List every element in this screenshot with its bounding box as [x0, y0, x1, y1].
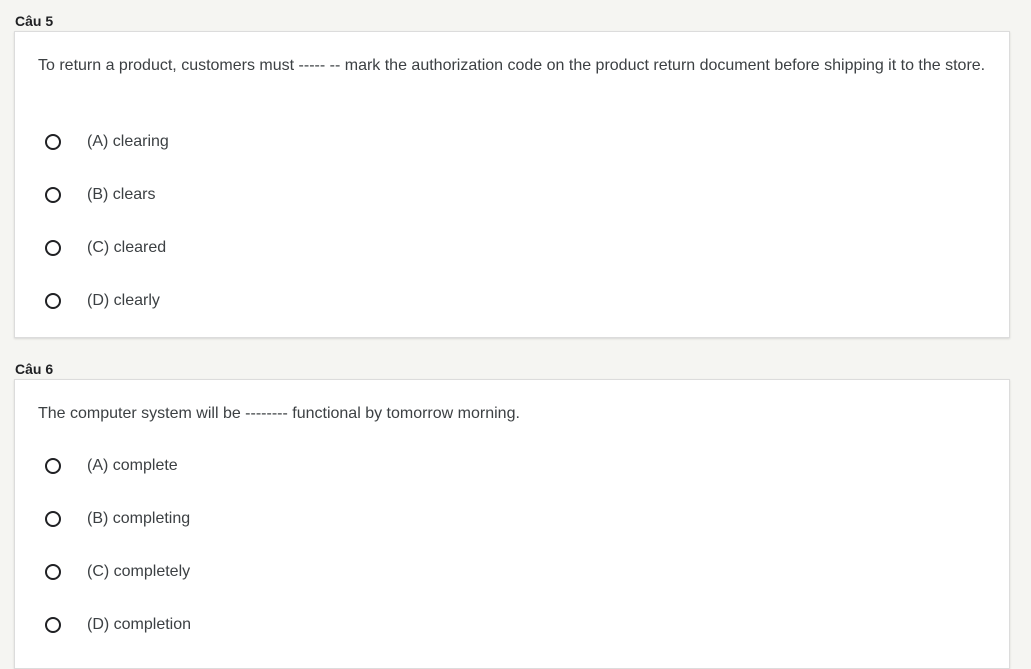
option-label: (D) completion: [87, 616, 192, 633]
radio-icon[interactable]: [45, 458, 61, 474]
question-5-text: To return a product, customers must ----…: [38, 57, 986, 74]
option-label: (B) completing: [87, 510, 191, 527]
question-5-label: Câu 5: [15, 13, 54, 29]
question-6-option-d[interactable]: (D) completion: [45, 611, 191, 639]
option-label: (B) clears: [87, 186, 156, 203]
option-label: (D) clearly: [87, 292, 160, 309]
question-5-option-b[interactable]: (B) clears: [45, 181, 155, 209]
question-6-card: The computer system will be -------- fun…: [14, 379, 1010, 669]
question-6-option-a[interactable]: (A) complete: [45, 452, 178, 480]
question-5-option-d[interactable]: (D) clearly: [45, 287, 160, 315]
question-5-card: To return a product, customers must ----…: [14, 31, 1010, 338]
question-5-option-c[interactable]: (C) cleared: [45, 234, 166, 262]
option-label: (A) complete: [87, 457, 178, 474]
radio-icon[interactable]: [45, 187, 61, 203]
radio-icon[interactable]: [45, 564, 61, 580]
option-label: (C) completely: [87, 563, 191, 580]
question-6-text: The computer system will be -------- fun…: [38, 405, 520, 422]
option-label: (C) cleared: [87, 239, 167, 256]
radio-icon[interactable]: [45, 511, 61, 527]
radio-icon[interactable]: [45, 240, 61, 256]
radio-icon[interactable]: [45, 293, 61, 309]
question-6-option-c[interactable]: (C) completely: [45, 558, 190, 586]
question-5-option-a[interactable]: (A) clearing: [45, 128, 169, 156]
option-label: (A) clearing: [87, 133, 169, 150]
radio-icon[interactable]: [45, 617, 61, 633]
radio-icon[interactable]: [45, 134, 61, 150]
question-6-option-b[interactable]: (B) completing: [45, 505, 190, 533]
question-6-label: Câu 6: [15, 361, 54, 377]
